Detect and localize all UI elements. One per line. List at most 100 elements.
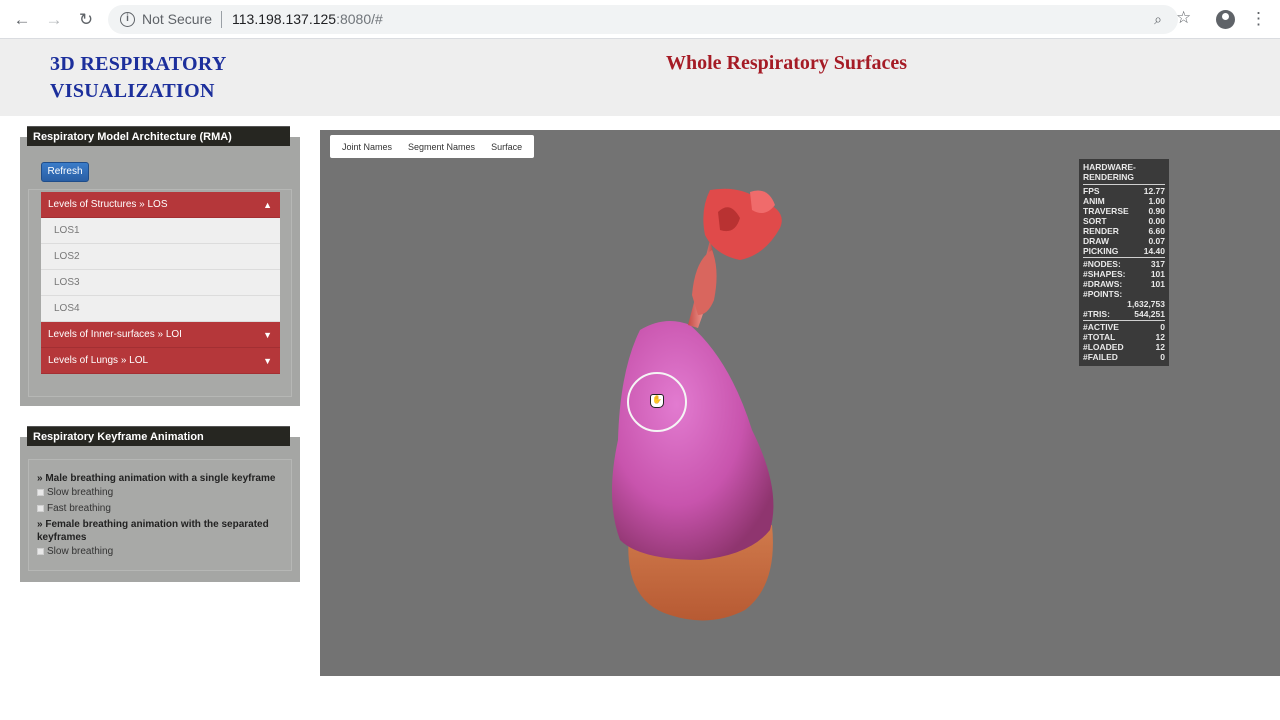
stat-key: DRAW (1083, 236, 1109, 246)
3d-viewport[interactable]: Joint Names Segment Names Surface ✋ HARD… (320, 130, 1280, 676)
group-label-male: » Male breathing animation with a single… (37, 473, 276, 484)
rma-panel-title: Respiratory Model Architecture (RMA) (27, 126, 290, 146)
reload-icon[interactable]: ↻ (75, 9, 97, 31)
stat-row: FPS 12.77 (1083, 186, 1165, 196)
url-text[interactable]: 113.198.137.125:8080/# (232, 11, 383, 27)
list-item-los3[interactable]: LOS3 (41, 270, 280, 296)
forward-icon[interactable]: → (43, 9, 65, 31)
stat-key: #NODES: (1083, 259, 1121, 269)
checkbox[interactable] (37, 548, 44, 555)
stat-key: #TOTAL (1083, 332, 1116, 342)
stat-row: #SHAPES: 101 (1083, 269, 1165, 279)
stat-row: #DRAWS: 101 (1083, 279, 1165, 289)
info-icon[interactable]: i (120, 12, 135, 27)
stat-key: #ACTIVE (1083, 322, 1119, 332)
expand-arrow-icon: ▼ (263, 356, 272, 366)
stats-counts-group: #NODES: 317 #SHAPES: 101 #DRAWS: 101 #POINT… (1083, 259, 1165, 321)
stat-key: SORT (1083, 216, 1107, 226)
menu-kebab-icon[interactable]: ⋮ (1250, 8, 1267, 30)
site-title-line2: VISUALIZATION (50, 80, 215, 102)
stat-row: SORT 0.00 (1083, 216, 1165, 226)
stat-value: 101 (1150, 269, 1165, 279)
security-label: Not Secure (142, 11, 213, 27)
group-label-female: » Female breathing animation with the se… (37, 519, 269, 543)
accordion-label: Levels of Inner-surfaces » LOI (48, 329, 182, 340)
stat-value: 1.00 (1148, 196, 1165, 206)
stats-header: HARDWARE-RENDERING (1083, 161, 1165, 185)
stat-key: #POINTS: (1083, 289, 1123, 299)
bookmark-star-icon[interactable]: ☆ (1176, 8, 1191, 28)
collapse-arrow-icon: ▲ (263, 200, 272, 210)
zoom-icon[interactable]: ⌕ (1154, 11, 1162, 28)
rendering-stats-overlay: HARDWARE-RENDERING FPS 12.77 ANIM 1.00 TRA… (1079, 159, 1169, 366)
accordion-header-lol[interactable]: Levels of Lungs » LOL ▼ (41, 348, 280, 374)
stat-value: 0.07 (1148, 236, 1165, 246)
checkbox[interactable] (37, 489, 44, 496)
option-male-fast[interactable]: Fast breathing (37, 502, 282, 515)
address-bar[interactable]: i Not Secure 113.198.137.125:8080/# ⌕ (108, 5, 1178, 34)
larynx-shape (692, 250, 717, 315)
url-path: :8080/# (336, 11, 383, 27)
accordion-label: Levels of Structures » LOS (48, 199, 168, 210)
lung-shape (611, 321, 774, 560)
stat-key: ANIM (1083, 196, 1105, 206)
browser-toolbar: ← → ↻ i Not Secure 113.198.137.125:8080/… (0, 0, 1280, 39)
stat-row: #POINTS: (1083, 289, 1165, 299)
page-title: Whole Respiratory Surfaces (666, 52, 908, 74)
account-icon[interactable] (1216, 10, 1235, 29)
stat-value: 12.77 (1143, 186, 1165, 196)
animation-options: » Male breathing animation with a single… (37, 472, 282, 561)
stat-row: #ACTIVE 0 (1083, 322, 1165, 332)
stat-key: PICKING (1083, 246, 1119, 256)
stat-row: #TRIS: 544,251 (1083, 309, 1165, 319)
stat-value: 0.00 (1148, 216, 1165, 226)
stat-row: RENDER 6.60 (1083, 226, 1165, 236)
site-title-line1: 3D RESPIRATORY (50, 53, 227, 75)
stat-key: #TRIS: (1083, 309, 1110, 319)
stat-row: DRAW 0.07 (1083, 236, 1165, 246)
stat-key: RENDER (1083, 226, 1119, 236)
accordion-header-loi[interactable]: Levels of Inner-surfaces » LOI ▼ (41, 322, 280, 348)
option-female-slow[interactable]: Slow breathing (37, 545, 282, 558)
option-male-slow[interactable]: Slow breathing (37, 486, 282, 499)
option-label: Fast breathing (47, 503, 111, 514)
hand-cursor-icon: ✋ (650, 394, 664, 408)
los-accordion: Levels of Structures » LOS ▲ LOS1 LOS2 L… (41, 192, 280, 374)
stat-value: 6.60 (1148, 226, 1165, 236)
stat-value: 0 (1160, 352, 1165, 362)
stats-timing-group: FPS 12.77 ANIM 1.00 TRAVERSE 0.90 SORT 0.00 … (1083, 186, 1165, 258)
divider (221, 11, 222, 28)
list-item-los2[interactable]: LOS2 (41, 244, 280, 270)
stat-key: #FAILED (1083, 352, 1118, 362)
stat-row: TRAVERSE 0.90 (1083, 206, 1165, 216)
stat-key: FPS (1083, 186, 1100, 196)
stat-key: TRAVERSE (1083, 206, 1129, 216)
stat-value: 12 (1155, 332, 1165, 342)
stat-value: 544,251 (1134, 309, 1165, 319)
stat-value: 14.40 (1143, 246, 1165, 256)
back-icon[interactable]: ← (11, 9, 33, 31)
accordion-header-los[interactable]: Levels of Structures » LOS ▲ (41, 192, 280, 218)
expand-arrow-icon: ▼ (263, 330, 272, 340)
refresh-button[interactable]: Refresh (41, 162, 89, 182)
stat-value: 317 (1150, 259, 1165, 269)
checkbox[interactable] (37, 505, 44, 512)
stat-row: #TOTAL 12 (1083, 332, 1165, 342)
list-item-los1[interactable]: LOS1 (41, 218, 280, 244)
animation-panel-title: Respiratory Keyframe Animation (27, 426, 290, 446)
stat-value: 0 (1160, 322, 1165, 332)
page-header: 3D RESPIRATORY VISUALIZATION Whole Respi… (0, 39, 1280, 116)
list-item-los4[interactable]: LOS4 (41, 296, 280, 322)
stat-row: PICKING 14.40 (1083, 246, 1165, 256)
option-label: Slow breathing (47, 487, 114, 498)
stat-value: 12 (1155, 342, 1165, 352)
stat-row: #NODES: 317 (1083, 259, 1165, 269)
stat-key: #LOADED (1083, 342, 1124, 352)
url-host: 113.198.137.125 (232, 11, 337, 27)
stat-value: 0.90 (1148, 206, 1165, 216)
stat-row: #LOADED 12 (1083, 342, 1165, 352)
stat-key: #SHAPES: (1083, 269, 1126, 279)
stat-value: 101 (1150, 279, 1165, 289)
site-title: 3D RESPIRATORY VISUALIZATION (50, 51, 270, 105)
stat-row: #FAILED 0 (1083, 352, 1165, 362)
